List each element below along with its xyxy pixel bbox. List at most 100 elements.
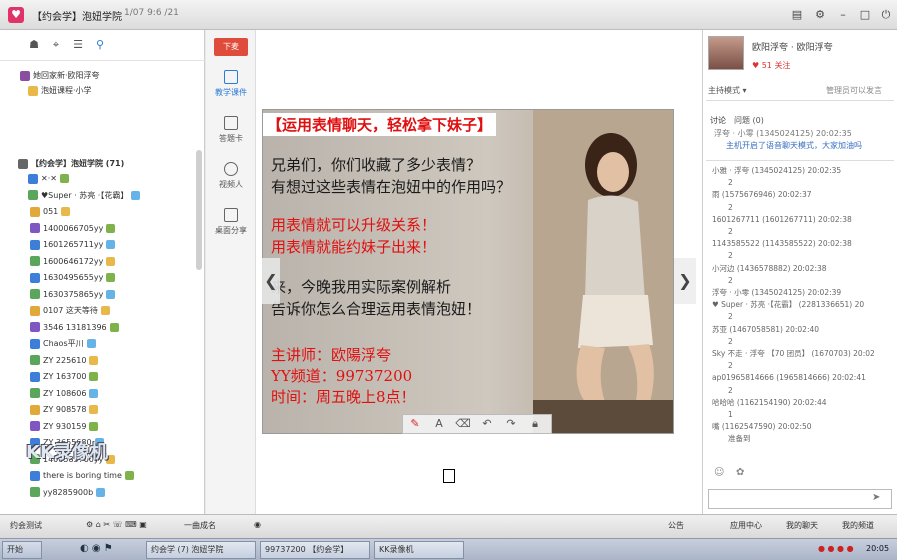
host-name: 欧阳浮夸 · 欧阳浮夸 [752, 43, 833, 53]
chat-message: 2 [728, 312, 733, 322]
tab-discussion[interactable]: 讨论 [710, 115, 726, 126]
pen-icon[interactable]: ✎ [403, 415, 427, 433]
status-item[interactable]: 应用中心 [730, 520, 762, 531]
chat-message: 1 [728, 410, 733, 419]
user-icon [30, 404, 40, 415]
prev-slide-button[interactable]: ❮ [262, 258, 280, 304]
list-item[interactable]: ZY 908578 [30, 402, 230, 417]
leave-mic-button[interactable]: 下麦 [214, 38, 248, 56]
location-tab-icon[interactable]: ⌖ [50, 39, 62, 51]
list-item[interactable]: 她回家新·欧阳浮夸 [20, 68, 220, 83]
user-icon [28, 173, 38, 184]
badge-icon [86, 339, 96, 348]
send-icon[interactable]: ➤ [872, 492, 880, 503]
courseware-icon [224, 70, 238, 84]
eraser-icon[interactable]: ⌫ [451, 415, 475, 433]
avatar[interactable] [708, 36, 744, 70]
list-item[interactable]: 1630375865yy [30, 287, 230, 302]
chat-message: ap01965814666 (1965814666) 20:02:41 [712, 373, 866, 383]
status-item[interactable]: 我的频道 [842, 520, 874, 531]
list-tab-icon[interactable]: ☰ [72, 39, 84, 51]
list-item[interactable]: ZY 108606 [30, 386, 230, 401]
video-tool[interactable]: 视频人 [206, 162, 256, 190]
maximize-icon[interactable]: □ [858, 8, 872, 22]
record-icon[interactable]: ◉ [254, 520, 261, 529]
courseware-tool[interactable]: 教学课件 [206, 70, 256, 98]
redo-icon[interactable]: ↷ [499, 415, 523, 433]
list-item[interactable]: 0107 这天等待 [30, 303, 230, 318]
list-item[interactable]: there is boring time [30, 468, 230, 483]
slide-text: 用表情就可以升级关系！ [271, 216, 437, 234]
list-item[interactable]: ZY 225610 [30, 353, 230, 368]
chat-message: 准备到 [728, 434, 751, 444]
user-icon [30, 289, 40, 299]
power-icon[interactable]: ⏻ [879, 8, 893, 22]
slide-text: 兄弟们，你们收藏了多少表情？ [271, 156, 482, 174]
skin-icon[interactable]: ▤ [790, 8, 804, 22]
taskbar-item[interactable]: 约会学 (7) 泡妞学院 [146, 541, 256, 559]
image-icon[interactable]: ✿ [736, 467, 744, 478]
chat-message: ♥ Super · 苏亮 ·【花霸】 (2281336651) 20 [712, 300, 865, 310]
members-tab-icon[interactable]: ☗ [28, 39, 40, 51]
mouse-cursor [443, 469, 455, 483]
taskbar-item[interactable]: 99737200 【约会学】 [260, 541, 370, 559]
list-item[interactable]: Chaos平川 [30, 336, 230, 351]
list-item[interactable]: 泡妞课程·小学 [28, 83, 228, 98]
badge-icon [106, 289, 116, 299]
search-icon[interactable]: ⚲ [94, 39, 106, 51]
list-item[interactable]: ZY 930159 [30, 419, 230, 434]
tray-icons[interactable]: ● ● ● ● [818, 544, 854, 553]
badge-icon [100, 306, 110, 315]
channel-header[interactable]: 【约会学】泡妞学院 (71) [18, 156, 218, 171]
scrollbar[interactable] [196, 150, 202, 270]
slide-text: YY频道：99737200 [271, 367, 413, 385]
app-logo-icon: ♥ [8, 7, 24, 23]
chat-message: 2 [728, 385, 733, 395]
status-item[interactable]: 我的聊天 [786, 520, 818, 531]
tab-questions[interactable]: 问题 (0) [734, 115, 764, 126]
chat-message: 雨 (1575676946) 20:02:37 [712, 190, 812, 200]
list-item[interactable]: 1630495655yy [30, 270, 230, 285]
pinned-notice: 主机开启了语音聊天模式，大家加油吗 [726, 141, 862, 150]
list-item[interactable]: yy8285900b [30, 485, 230, 500]
status-item[interactable]: 公告 [668, 520, 684, 531]
chat-message: 2 [728, 251, 733, 261]
chat-message: 1143585522 (1143585522) 20:02:38 [712, 239, 852, 249]
user-icon [30, 388, 40, 398]
user-icon [30, 272, 40, 283]
host-likes[interactable]: ♥ 51 关注 [752, 60, 790, 71]
taskbar-item[interactable]: KK录像机 [374, 541, 464, 559]
slide-text: 时间：周五晚上8点！ [271, 388, 416, 406]
monitor-icon [224, 208, 238, 222]
recorder-watermark: KK录像机 [26, 442, 108, 463]
user-icon [30, 355, 40, 365]
slide-text: 有想过这些表情在泡妞中的作用吗？ [271, 178, 512, 196]
list-item[interactable]: 3546 13181396 [30, 320, 230, 335]
pinned-message: 浮夸 · 小零 (1345024125) 20:02:35 [714, 129, 852, 138]
desktop-share-tool[interactable]: 桌面分享 [206, 208, 256, 236]
chat-message: 2 [728, 227, 733, 236]
status-tools[interactable]: ⚙ ⌂ ✂ ☏ ⌨ ▣ [86, 520, 147, 529]
text-icon[interactable]: A [427, 415, 451, 433]
chat-input[interactable] [708, 489, 892, 509]
minimize-icon[interactable]: – [836, 8, 850, 22]
quicklaunch-icons[interactable]: ◐ ◉ ⚑ [80, 543, 113, 554]
next-slide-button[interactable]: ❯ [674, 258, 696, 304]
chat-message: 嘴 (1162547590) 20:02:50 [712, 422, 812, 432]
mode-select[interactable]: 主持模式 ▾ [708, 85, 747, 96]
lock-icon[interactable]: 🔒︎ [523, 415, 547, 433]
badge-icon [131, 190, 141, 200]
emoji-icon[interactable]: ☺ [714, 467, 724, 478]
start-button[interactable]: 开始 [2, 541, 42, 559]
settings-icon[interactable]: ⚙ [813, 8, 827, 22]
badge-icon [109, 322, 119, 332]
chat-message: 2 [728, 361, 733, 371]
undo-icon[interactable]: ↶ [475, 415, 499, 433]
badge-icon [106, 223, 116, 233]
list-item[interactable]: ZY 163700 [30, 369, 230, 384]
pencil-icon [224, 116, 238, 130]
answer-card-tool[interactable]: 答题卡 [206, 116, 256, 144]
status-item[interactable]: 约会测试 [10, 520, 42, 531]
slide-text: 告诉你怎么合理运用表情泡妞！ [271, 300, 482, 318]
status-item[interactable]: 一曲成名 [184, 520, 216, 531]
